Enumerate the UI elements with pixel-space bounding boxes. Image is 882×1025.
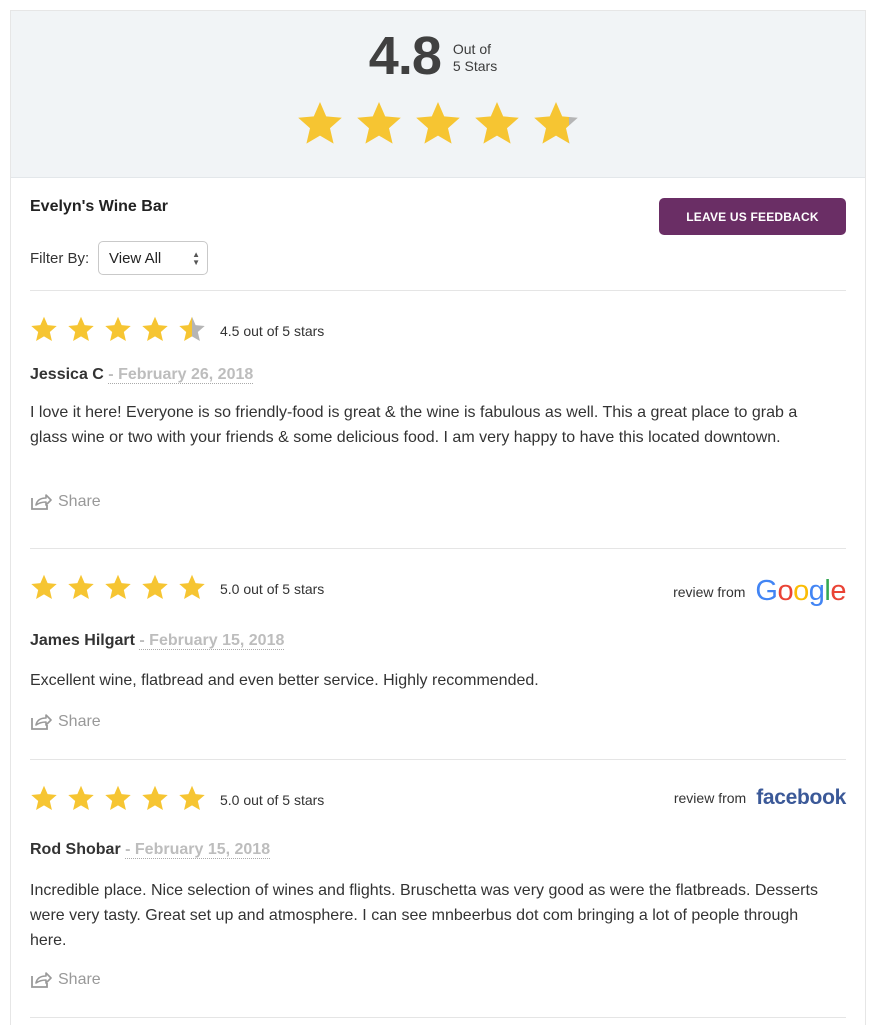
star-half-icon — [179, 316, 205, 342]
star-full-icon — [68, 785, 94, 811]
review-date[interactable]: - February 26, 2018 — [108, 366, 254, 384]
star-full-icon — [142, 785, 168, 811]
star-full-icon — [179, 574, 205, 600]
reviews-widget: 4.8 Out of 5 Stars Evelyn's Wine Bar LEA… — [10, 10, 866, 1025]
review-source-label: review from — [673, 790, 747, 806]
filter-label: Filter By: — [30, 250, 90, 267]
star-full-icon — [31, 574, 57, 600]
review-source-label: review from — [673, 583, 746, 600]
business-name: Evelyn's Wine Bar — [30, 198, 168, 215]
overall-score: 4.8 — [368, 26, 442, 86]
star-full-icon — [298, 102, 342, 144]
star-full-icon — [179, 785, 205, 811]
star-full-icon — [416, 102, 460, 144]
share-button[interactable]: Share — [30, 971, 101, 989]
review-author: Rod Shobar - February 15, 2018 — [30, 841, 271, 859]
share-icon — [31, 972, 52, 988]
review-author: Jessica C - February 26, 2018 — [30, 366, 254, 384]
review-source: review from Google — [673, 575, 846, 608]
business-header: Evelyn's Wine Bar LEAVE US FEEDBACK Filt… — [11, 178, 865, 288]
star-half-icon — [534, 102, 578, 144]
star-full-icon — [31, 316, 57, 342]
star-full-icon — [142, 316, 168, 342]
review-rating-text: 5.0 out of 5 stars — [220, 792, 325, 808]
divider — [30, 290, 846, 291]
review-date[interactable]: - February 15, 2018 — [139, 632, 285, 650]
filter-select-value: View All — [109, 250, 162, 267]
star-full-icon — [105, 785, 131, 811]
share-button[interactable]: Share — [30, 493, 101, 511]
star-full-icon — [68, 316, 94, 342]
score-scale: Out of 5 Stars — [452, 41, 498, 74]
star-full-icon — [105, 574, 131, 600]
star-full-icon — [68, 574, 94, 600]
review-rating-text: 4.5 out of 5 stars — [220, 323, 325, 339]
review-body: Excellent wine, flatbread and even bette… — [30, 672, 539, 689]
review-item: 4.5 out of 5 stars Jessica C - February … — [30, 315, 846, 510]
review-date[interactable]: - February 15, 2018 — [125, 841, 271, 859]
share-button[interactable]: Share — [30, 713, 101, 731]
review-stars — [30, 315, 846, 343]
star-full-icon — [475, 102, 519, 144]
review-item: 5.0 out of 5 stars review from facebook … — [30, 784, 846, 988]
facebook-logo: facebook — [756, 786, 846, 809]
review-rating-text: 5.0 out of 5 stars — [220, 581, 325, 597]
leave-feedback-button[interactable]: LEAVE US FEEDBACK — [659, 198, 846, 235]
divider — [30, 548, 846, 549]
review-body: Incredible place. Nice selection of wine… — [30, 882, 818, 949]
share-icon — [31, 494, 52, 510]
divider — [30, 759, 846, 760]
star-full-icon — [357, 102, 401, 144]
review-item: 5.0 out of 5 stars review from Google Ja… — [30, 573, 846, 730]
rating-summary: 4.8 Out of 5 Stars — [11, 11, 865, 178]
review-body: I love it here! Everyone is so friendly-… — [30, 404, 798, 446]
review-source: review from facebook — [674, 786, 846, 810]
google-logo: Google — [755, 575, 846, 607]
select-arrows-icon: ▲ ▼ — [192, 250, 200, 267]
star-full-icon — [105, 316, 131, 342]
share-icon — [31, 714, 52, 730]
review-author: James Hilgart - February 15, 2018 — [30, 632, 285, 650]
star-full-icon — [142, 574, 168, 600]
filter-select[interactable]: View All ▲ ▼ — [98, 241, 208, 275]
overall-stars — [11, 99, 865, 147]
divider — [30, 1017, 846, 1018]
star-full-icon — [31, 785, 57, 811]
